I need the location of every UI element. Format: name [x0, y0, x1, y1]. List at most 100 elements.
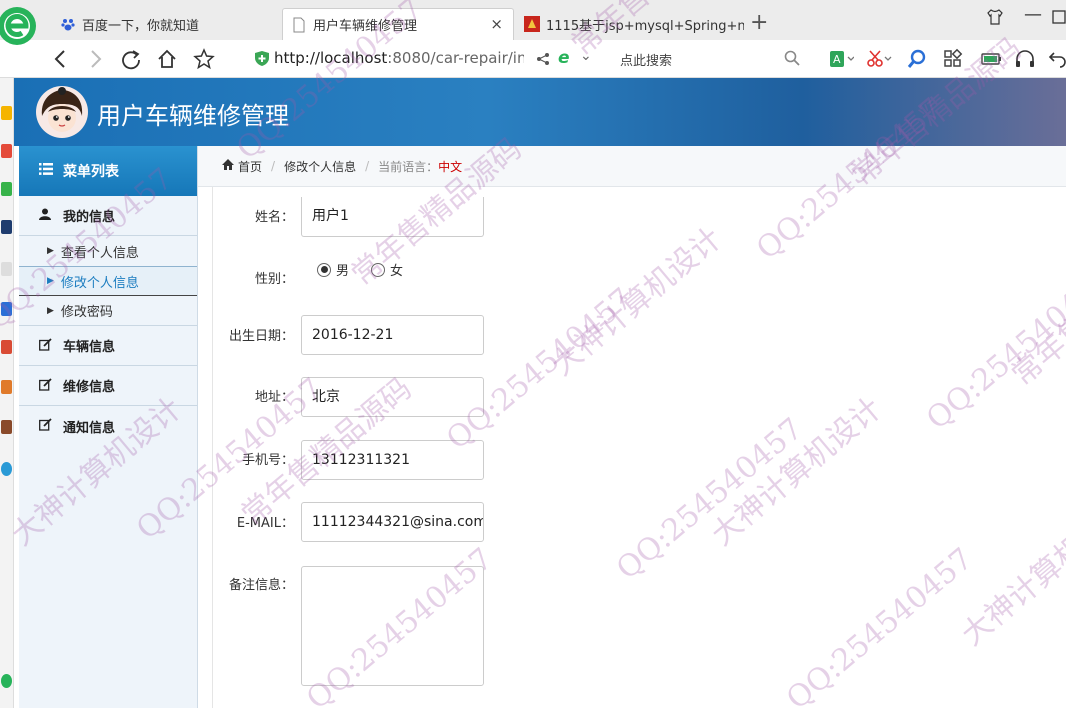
sidebar-item-view-profile[interactable]: ▶ 查看个人信息	[19, 236, 197, 266]
red-site-icon	[524, 16, 540, 32]
sidebar-group-repair[interactable]: 维修信息	[19, 366, 197, 406]
sidebar-group-label: 我的信息	[63, 210, 116, 225]
sidebar-group-my-info[interactable]: 我的信息	[19, 196, 197, 236]
sidebar-item-change-password[interactable]: ▶ 修改密码	[19, 296, 197, 326]
remark-label: 备注信息：	[228, 578, 294, 593]
chevron-down-icon[interactable]: ⌄	[580, 48, 592, 64]
sidebar-app-icon[interactable]	[1, 302, 12, 316]
sidebar-app-icon[interactable]	[1, 262, 12, 276]
birthday-input[interactable]: 2016-12-21	[301, 315, 484, 355]
email-input[interactable]: 11112344321@sina.com	[301, 502, 484, 542]
baidu-paw-icon	[60, 16, 76, 32]
screenshot-scissors-icon[interactable]	[866, 48, 892, 70]
avatar	[36, 86, 88, 138]
sidebar-group-label: 通知信息	[63, 420, 116, 436]
refresh-icon[interactable]	[120, 48, 142, 70]
app-title: 用户车辆维修管理	[97, 102, 289, 130]
email-label: E-MAIL：	[236, 516, 294, 531]
gender-male-radio[interactable]: 男	[317, 260, 349, 279]
address-bar[interactable]: http://localhost:8080/car-repair/index e…	[250, 46, 810, 72]
search-field[interactable]: 点此搜索	[620, 50, 672, 69]
caret-right-icon: ▶	[47, 305, 54, 316]
home-icon	[222, 159, 234, 173]
sidebar-app-icon[interactable]	[1, 144, 12, 158]
sidebar-item-label: 修改个人信息	[60, 275, 139, 291]
favorites-icon[interactable]	[1, 106, 12, 120]
svg-text:A: A	[833, 53, 841, 66]
browser-nav-bar: http://localhost:8080/car-repair/index e…	[0, 40, 1066, 78]
edit-icon	[39, 418, 55, 434]
tab-title: 1115基于jsp+mysql+Spring+n	[546, 18, 744, 34]
language-label: 当前语言：	[378, 159, 439, 174]
breadcrumb-current: 修改个人信息	[284, 159, 357, 174]
remark-textarea[interactable]	[301, 566, 484, 686]
name-input[interactable]: 用户1	[301, 197, 484, 237]
gender-female-label: 女	[390, 264, 404, 279]
menu-header-label: 菜单列表	[63, 164, 119, 180]
search-icon[interactable]	[784, 50, 800, 70]
radio-unchecked-icon	[371, 262, 385, 277]
sidebar-app-icon[interactable]	[1, 380, 12, 394]
birthday-label: 出生日期：	[228, 329, 294, 344]
radio-checked-icon	[317, 262, 331, 277]
caret-right-icon: ▶	[47, 246, 54, 256]
share-icon[interactable]	[536, 51, 550, 70]
gender-male-label: 男	[336, 264, 350, 279]
sidebar-app-icon[interactable]	[1, 340, 12, 354]
sidebar-menu: 菜单列表 我的信息 ▶ 查看个人信息 ▶ 修改个人信息 ▶ 修改密码 车辆信息 …	[19, 146, 198, 708]
skin-icon[interactable]	[986, 8, 1004, 30]
profile-edit-form: 姓名： 用户1 性别： 男 女 出生日期： 2016-12-21 地址： 北京 …	[212, 187, 1066, 708]
menu-header: 菜单列表	[19, 146, 197, 196]
browser-logo-icon	[0, 4, 42, 60]
bookmark-star-icon[interactable]	[193, 48, 215, 70]
sidebar-app-icon[interactable]	[1, 220, 12, 234]
phone-label: 手机号：	[241, 453, 294, 468]
breadcrumb: 首页 / 修改个人信息 / 当前语言： 中文	[198, 146, 1066, 187]
tab-title: 用户车辆维修管理	[313, 19, 418, 34]
edit-icon	[39, 337, 55, 354]
gender-female-radio[interactable]: 女	[371, 260, 403, 279]
address-label: 地址：	[254, 390, 294, 405]
close-tab-icon[interactable]: ×	[490, 15, 503, 33]
home-icon[interactable]	[156, 48, 178, 70]
app-header: 用户车辆维修管理	[14, 78, 1066, 146]
forward-icon[interactable]	[84, 48, 106, 70]
apps-grid-icon[interactable]	[942, 48, 964, 70]
sidebar-group-vehicle[interactable]: 车辆信息	[19, 326, 197, 366]
minimize-icon[interactable]: —	[1024, 4, 1042, 25]
edit-icon	[39, 377, 55, 394]
list-icon	[39, 163, 53, 179]
breadcrumb-separator: /	[271, 159, 276, 173]
ie-mode-icon[interactable]: e	[558, 48, 570, 68]
phone-input[interactable]: 13112311321	[301, 440, 484, 480]
browser-side-strip	[0, 78, 14, 708]
sidebar-item-edit-profile[interactable]: ▶ 修改个人信息	[19, 266, 197, 296]
undo-icon[interactable]	[1048, 48, 1066, 70]
user-icon	[39, 208, 55, 223]
translate-icon[interactable]: A	[828, 48, 855, 70]
tab-title: 百度一下，你就知道	[82, 18, 200, 34]
sidebar-group-label: 车辆信息	[63, 340, 116, 355]
address-input[interactable]: 北京	[301, 377, 484, 417]
url-text[interactable]: http://localhost:8080/car-repair/index	[274, 49, 524, 67]
browser-tab-active[interactable]: 用户车辆维修管理 ×	[282, 8, 514, 40]
back-icon[interactable]	[50, 48, 72, 70]
browser-tab-3[interactable]: 1115基于jsp+mysql+Spring+n	[516, 8, 744, 40]
page-icon	[291, 17, 307, 33]
maximize-icon[interactable]	[1052, 8, 1066, 28]
breadcrumb-home-link[interactable]: 首页	[238, 158, 262, 175]
breadcrumb-separator: /	[365, 159, 370, 173]
sidebar-group-label: 维修信息	[63, 380, 116, 395]
browser-tab-baidu[interactable]: 百度一下，你就知道	[52, 8, 280, 40]
sidebar-app-icon[interactable]	[1, 674, 12, 688]
sidebar-app-icon[interactable]	[1, 420, 12, 434]
gender-label: 性别：	[254, 272, 294, 287]
magnifier-icon[interactable]	[906, 48, 928, 70]
new-tab-button[interactable]: +	[750, 10, 768, 36]
sidebar-app-icon[interactable]	[1, 182, 12, 196]
headphones-icon[interactable]	[1014, 48, 1036, 70]
language-value[interactable]: 中文	[438, 158, 462, 175]
battery-icon[interactable]	[980, 48, 1002, 70]
sidebar-app-icon[interactable]	[1, 462, 12, 476]
sidebar-group-notice[interactable]: 通知信息	[19, 406, 197, 446]
